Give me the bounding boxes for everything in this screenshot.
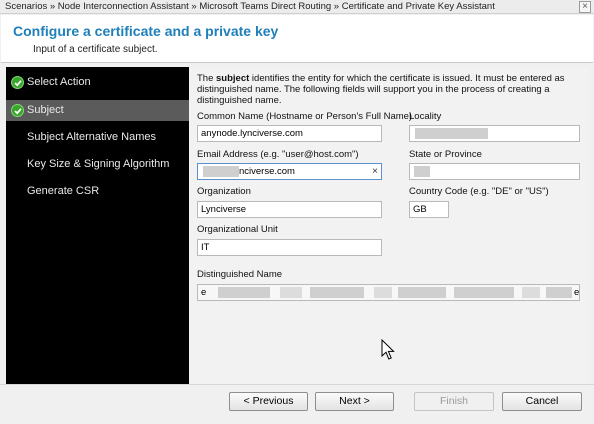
cancel-button[interactable]: Cancel [502,392,582,411]
wizard-header: Configure a certificate and a private ke… [1,15,593,63]
email-input[interactable]: nciverse.com × [197,163,382,180]
redacted-value [310,287,364,298]
email-label: Email Address (e.g. "user@host.com") [197,149,359,160]
wizard-steps-sidebar: Select Action Subject Subject Alternativ… [6,67,189,384]
common-name-input[interactable]: anynode.lynciverse.com [197,125,382,142]
country-label: Country Code (e.g. "DE" or "US") [409,186,549,197]
step-label: Select Action [27,76,91,88]
step-subject-alternative-names[interactable]: Subject Alternative Names [6,127,189,148]
mouse-pointer-icon [381,339,395,360]
redacted-value [203,165,239,177]
locality-label: Locality [409,111,442,122]
redacted-value [546,287,572,298]
redacted-value [415,127,488,139]
subject-form: The subject identifies the entity for wh… [189,67,588,384]
page-title: Configure a certificate and a private ke… [13,23,279,39]
organization-label: Organization [197,186,251,197]
step-key-size-signing[interactable]: Key Size & Signing Algorithm [6,154,189,175]
redacted-value [398,287,446,298]
redacted-value [218,287,270,298]
country-input[interactable]: GB [409,201,449,218]
check-icon [11,104,24,117]
step-select-action[interactable]: Select Action [6,72,189,93]
window-titlebar: Scenarios » Node Interconnection Assista… [0,0,594,14]
redacted-value [522,287,540,298]
organization-input[interactable]: Lynciverse [197,201,382,218]
step-subject[interactable]: Subject [6,100,189,121]
state-input[interactable] [409,163,580,180]
subject-description: The subject identifies the entity for wh… [197,73,565,106]
breadcrumb: Scenarios » Node Interconnection Assista… [5,1,495,12]
wizard-footer: < Previous Next > Finish Cancel [0,384,594,424]
distinguished-name-label: Distinguished Name [197,269,283,280]
next-button[interactable]: Next > [315,392,394,411]
locality-input[interactable] [409,125,580,142]
clear-icon[interactable]: × [372,164,378,179]
step-label: Generate CSR [27,185,100,197]
step-generate-csr[interactable]: Generate CSR [6,181,189,202]
step-label: Key Size & Signing Algorithm [27,158,170,170]
step-label: Subject [27,104,64,116]
step-label: Subject Alternative Names [27,131,157,143]
common-name-label: Common Name (Hostname or Person's Full N… [197,111,413,122]
state-label: State or Province [409,149,482,160]
finish-button[interactable]: Finish [414,392,494,411]
redacted-value [280,287,302,298]
check-icon [11,76,24,89]
org-unit-input[interactable]: IT [197,239,382,256]
redacted-value [454,287,514,298]
redacted-value [414,165,430,177]
distinguished-name-field[interactable]: e e [197,284,580,301]
redacted-value [374,287,392,298]
close-icon[interactable]: × [579,1,591,13]
page-subtitle: Input of a certificate subject. [33,44,158,55]
previous-button[interactable]: < Previous [229,392,308,411]
org-unit-label: Organizational Unit [197,224,278,235]
